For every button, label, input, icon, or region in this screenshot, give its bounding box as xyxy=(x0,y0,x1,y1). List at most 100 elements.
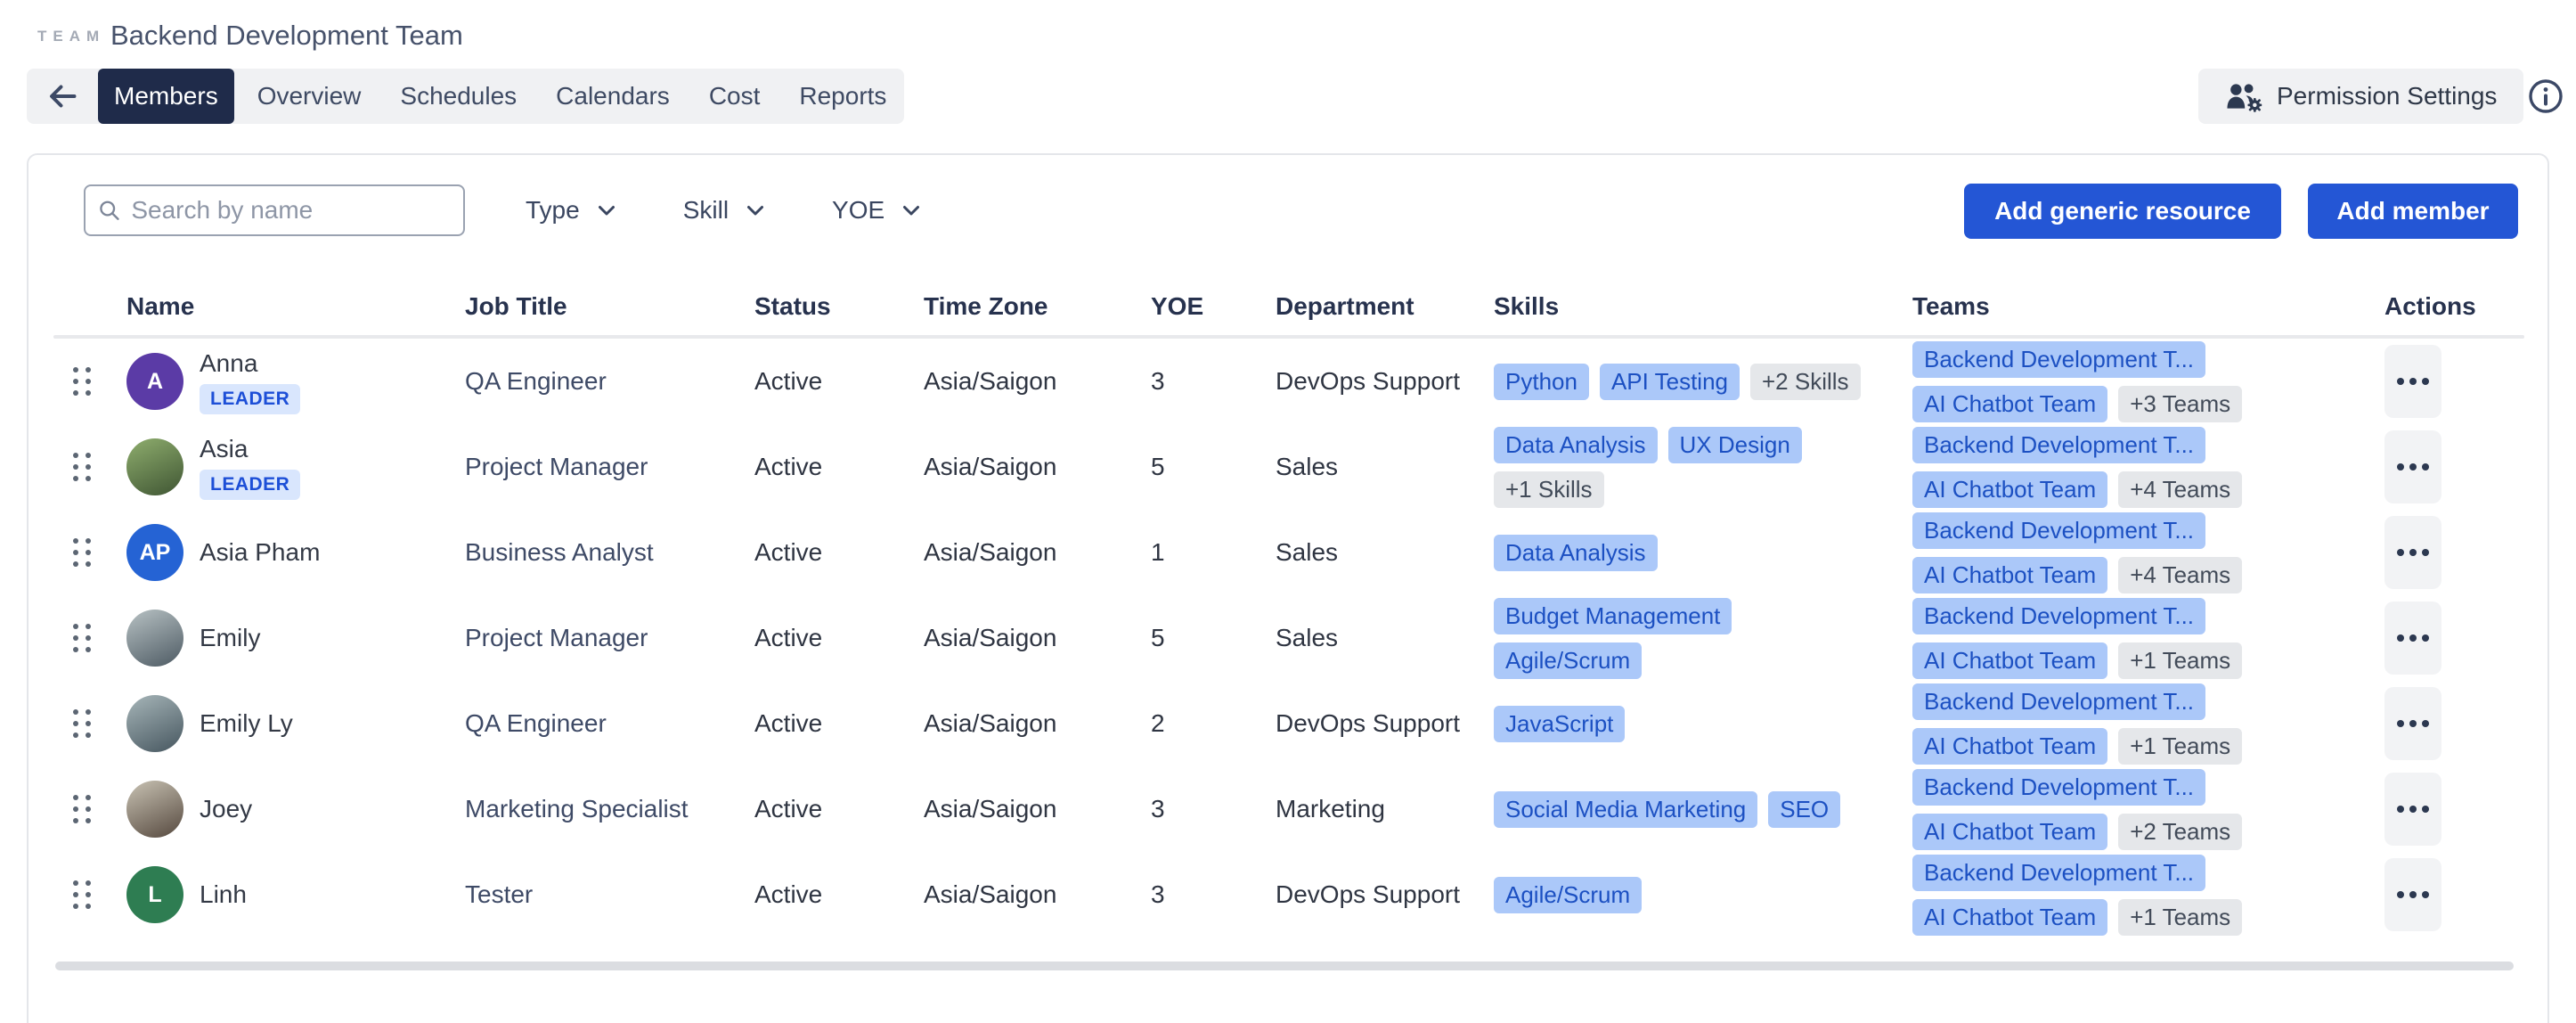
back-button[interactable] xyxy=(34,69,91,124)
drag-handle-icon[interactable] xyxy=(73,624,91,652)
ellipsis-icon xyxy=(2397,806,2404,813)
filter-label-yoe: YOE xyxy=(832,196,884,225)
drag-handle-icon[interactable] xyxy=(73,453,91,481)
skill-chip: Python xyxy=(1494,364,1589,400)
filter-label-skill: Skill xyxy=(683,196,729,225)
tab-calendars[interactable]: Calendars xyxy=(540,69,686,124)
team-chip-list: Backend Development T...AI Chatbot Team+… xyxy=(1912,427,2371,508)
add-generic-resource-button[interactable]: Add generic resource xyxy=(1964,184,2281,239)
drag-handle-icon[interactable] xyxy=(73,538,91,567)
chevron-down-icon xyxy=(902,205,920,217)
team-chip: Backend Development T... xyxy=(1912,683,2205,720)
drag-handle-icon[interactable] xyxy=(73,795,91,823)
row-actions-button[interactable] xyxy=(2384,602,2441,675)
ellipsis-icon xyxy=(2409,720,2417,727)
department: DevOps Support xyxy=(1262,367,1480,396)
job-title: Business Analyst xyxy=(452,538,741,567)
department: DevOps Support xyxy=(1262,709,1480,738)
team-chip-list: Backend Development T... AI Chatbot Team +… xyxy=(1912,683,2371,765)
tab-reports[interactable]: Reports xyxy=(783,69,902,124)
back-arrow-icon xyxy=(46,83,78,110)
skill-chip-list: Budget ManagementAgile/Scrum xyxy=(1494,598,1899,679)
leader-badge: LEADER xyxy=(200,470,300,500)
drag-handle-icon[interactable] xyxy=(73,367,91,396)
member-name: Emily xyxy=(200,624,260,652)
job-title: Project Manager xyxy=(452,453,741,481)
member-name: Asia Pham xyxy=(200,538,320,567)
department: Sales xyxy=(1262,624,1480,652)
skill-overflow-chip[interactable]: +1 Skills xyxy=(1494,471,1604,508)
ellipsis-icon xyxy=(2409,891,2417,898)
header-name: Name xyxy=(113,292,452,321)
yoe-value: 1 xyxy=(1137,538,1262,567)
status-text: Active xyxy=(741,624,910,652)
row-actions-button[interactable] xyxy=(2384,773,2441,846)
avatar-initials: L xyxy=(126,866,183,923)
team-overflow-chip[interactable]: +1 Teams xyxy=(2118,642,2242,679)
team-label: TEAM xyxy=(37,28,105,45)
team-chip-list: Backend Development T...AI Chatbot Team+… xyxy=(1912,341,2371,422)
filter-yoe[interactable]: YOE xyxy=(832,184,920,236)
team-nav-bar: MembersOverviewSchedulesCalendarsCostRep… xyxy=(27,69,904,124)
tab-schedules[interactable]: Schedules xyxy=(384,69,533,124)
ellipsis-icon xyxy=(2422,634,2429,642)
skill-chip-list: Data AnalysisUX Design+1 Skills xyxy=(1494,427,1899,508)
search-input[interactable] xyxy=(131,196,451,225)
skill-chip: Data Analysis xyxy=(1494,427,1658,463)
skill-chip: SEO xyxy=(1768,791,1840,828)
member-name: Linh xyxy=(200,880,247,909)
time-zone: Asia/Saigon xyxy=(910,880,1137,909)
team-overflow-chip[interactable]: +4 Teams xyxy=(2118,557,2242,593)
team-overflow-chip[interactable]: +3 Teams xyxy=(2118,386,2242,422)
filter-skill[interactable]: Skill xyxy=(683,184,764,236)
yoe-value: 2 xyxy=(1137,709,1262,738)
row-actions-button[interactable] xyxy=(2384,430,2441,503)
team-overflow-chip[interactable]: +1 Teams xyxy=(2118,899,2242,936)
table-row: AAnnaLEADERQA EngineerActiveAsia/Saigon3… xyxy=(55,339,2524,424)
row-actions-button[interactable] xyxy=(2384,687,2441,760)
team-chip: AI Chatbot Team xyxy=(1912,386,2107,422)
avatar-photo xyxy=(126,438,183,495)
team-chip: Backend Development T... xyxy=(1912,855,2205,891)
skill-chip: Budget Management xyxy=(1494,598,1732,634)
status-text: Active xyxy=(741,795,910,823)
header-skills: Skills xyxy=(1480,292,1899,321)
drag-handle-icon[interactable] xyxy=(73,709,91,738)
skill-chip-list: Agile/Scrum xyxy=(1494,877,1899,913)
members-card: Type Skill YOE Add generic resource Add me… xyxy=(27,153,2549,1023)
status-text: Active xyxy=(741,709,910,738)
team-chip: AI Chatbot Team xyxy=(1912,728,2107,765)
filter-type[interactable]: Type xyxy=(526,184,615,236)
skill-overflow-chip[interactable]: +2 Skills xyxy=(1750,364,1861,400)
info-button[interactable] xyxy=(2526,77,2565,116)
ellipsis-icon xyxy=(2409,549,2417,556)
drag-handle-icon[interactable] xyxy=(73,880,91,909)
row-actions-button[interactable] xyxy=(2384,345,2441,418)
team-overflow-chip[interactable]: +1 Teams xyxy=(2118,728,2242,765)
member-rows: AAnnaLEADERQA EngineerActiveAsia/Saigon3… xyxy=(55,339,2524,937)
row-actions-button[interactable] xyxy=(2384,858,2441,931)
tab-overview[interactable]: Overview xyxy=(241,69,378,124)
tab-cost[interactable]: Cost xyxy=(693,69,777,124)
team-chip-list: Backend Development T...AI Chatbot Team+… xyxy=(1912,855,2371,936)
filter-bar: Type Skill YOE xyxy=(526,184,920,236)
table-row: EmilyProject ManagerActiveAsia/Saigon5Sa… xyxy=(55,595,2524,681)
horizontal-scrollbar[interactable] xyxy=(55,962,2514,970)
add-member-button[interactable]: Add member xyxy=(2308,184,2518,239)
tab-members[interactable]: Members xyxy=(98,69,234,124)
ellipsis-icon xyxy=(2409,806,2417,813)
table-row: LLinhTesterActiveAsia/Saigon3DevOps Supp… xyxy=(55,852,2524,937)
skill-chip: API Testing xyxy=(1600,364,1740,400)
team-overflow-chip[interactable]: +4 Teams xyxy=(2118,471,2242,508)
header-actions: Actions xyxy=(2371,292,2524,321)
member-name: Emily Ly xyxy=(200,709,293,738)
table-row: JoeyMarketing SpecialistActiveAsia/Saigo… xyxy=(55,766,2524,852)
permission-settings-button[interactable]: Permission Settings xyxy=(2198,69,2523,124)
table-row: AsiaLEADERProject ManagerActiveAsia/Saig… xyxy=(55,424,2524,510)
search-box[interactable] xyxy=(84,184,465,236)
time-zone: Asia/Saigon xyxy=(910,538,1137,567)
skill-chip-list: Python API Testing +2 Skills xyxy=(1494,364,1899,400)
team-overflow-chip[interactable]: +2 Teams xyxy=(2118,814,2242,850)
table-header-row: NameJob TitleStatusTime ZoneYOEDepartmen… xyxy=(55,280,2524,333)
row-actions-button[interactable] xyxy=(2384,516,2441,589)
